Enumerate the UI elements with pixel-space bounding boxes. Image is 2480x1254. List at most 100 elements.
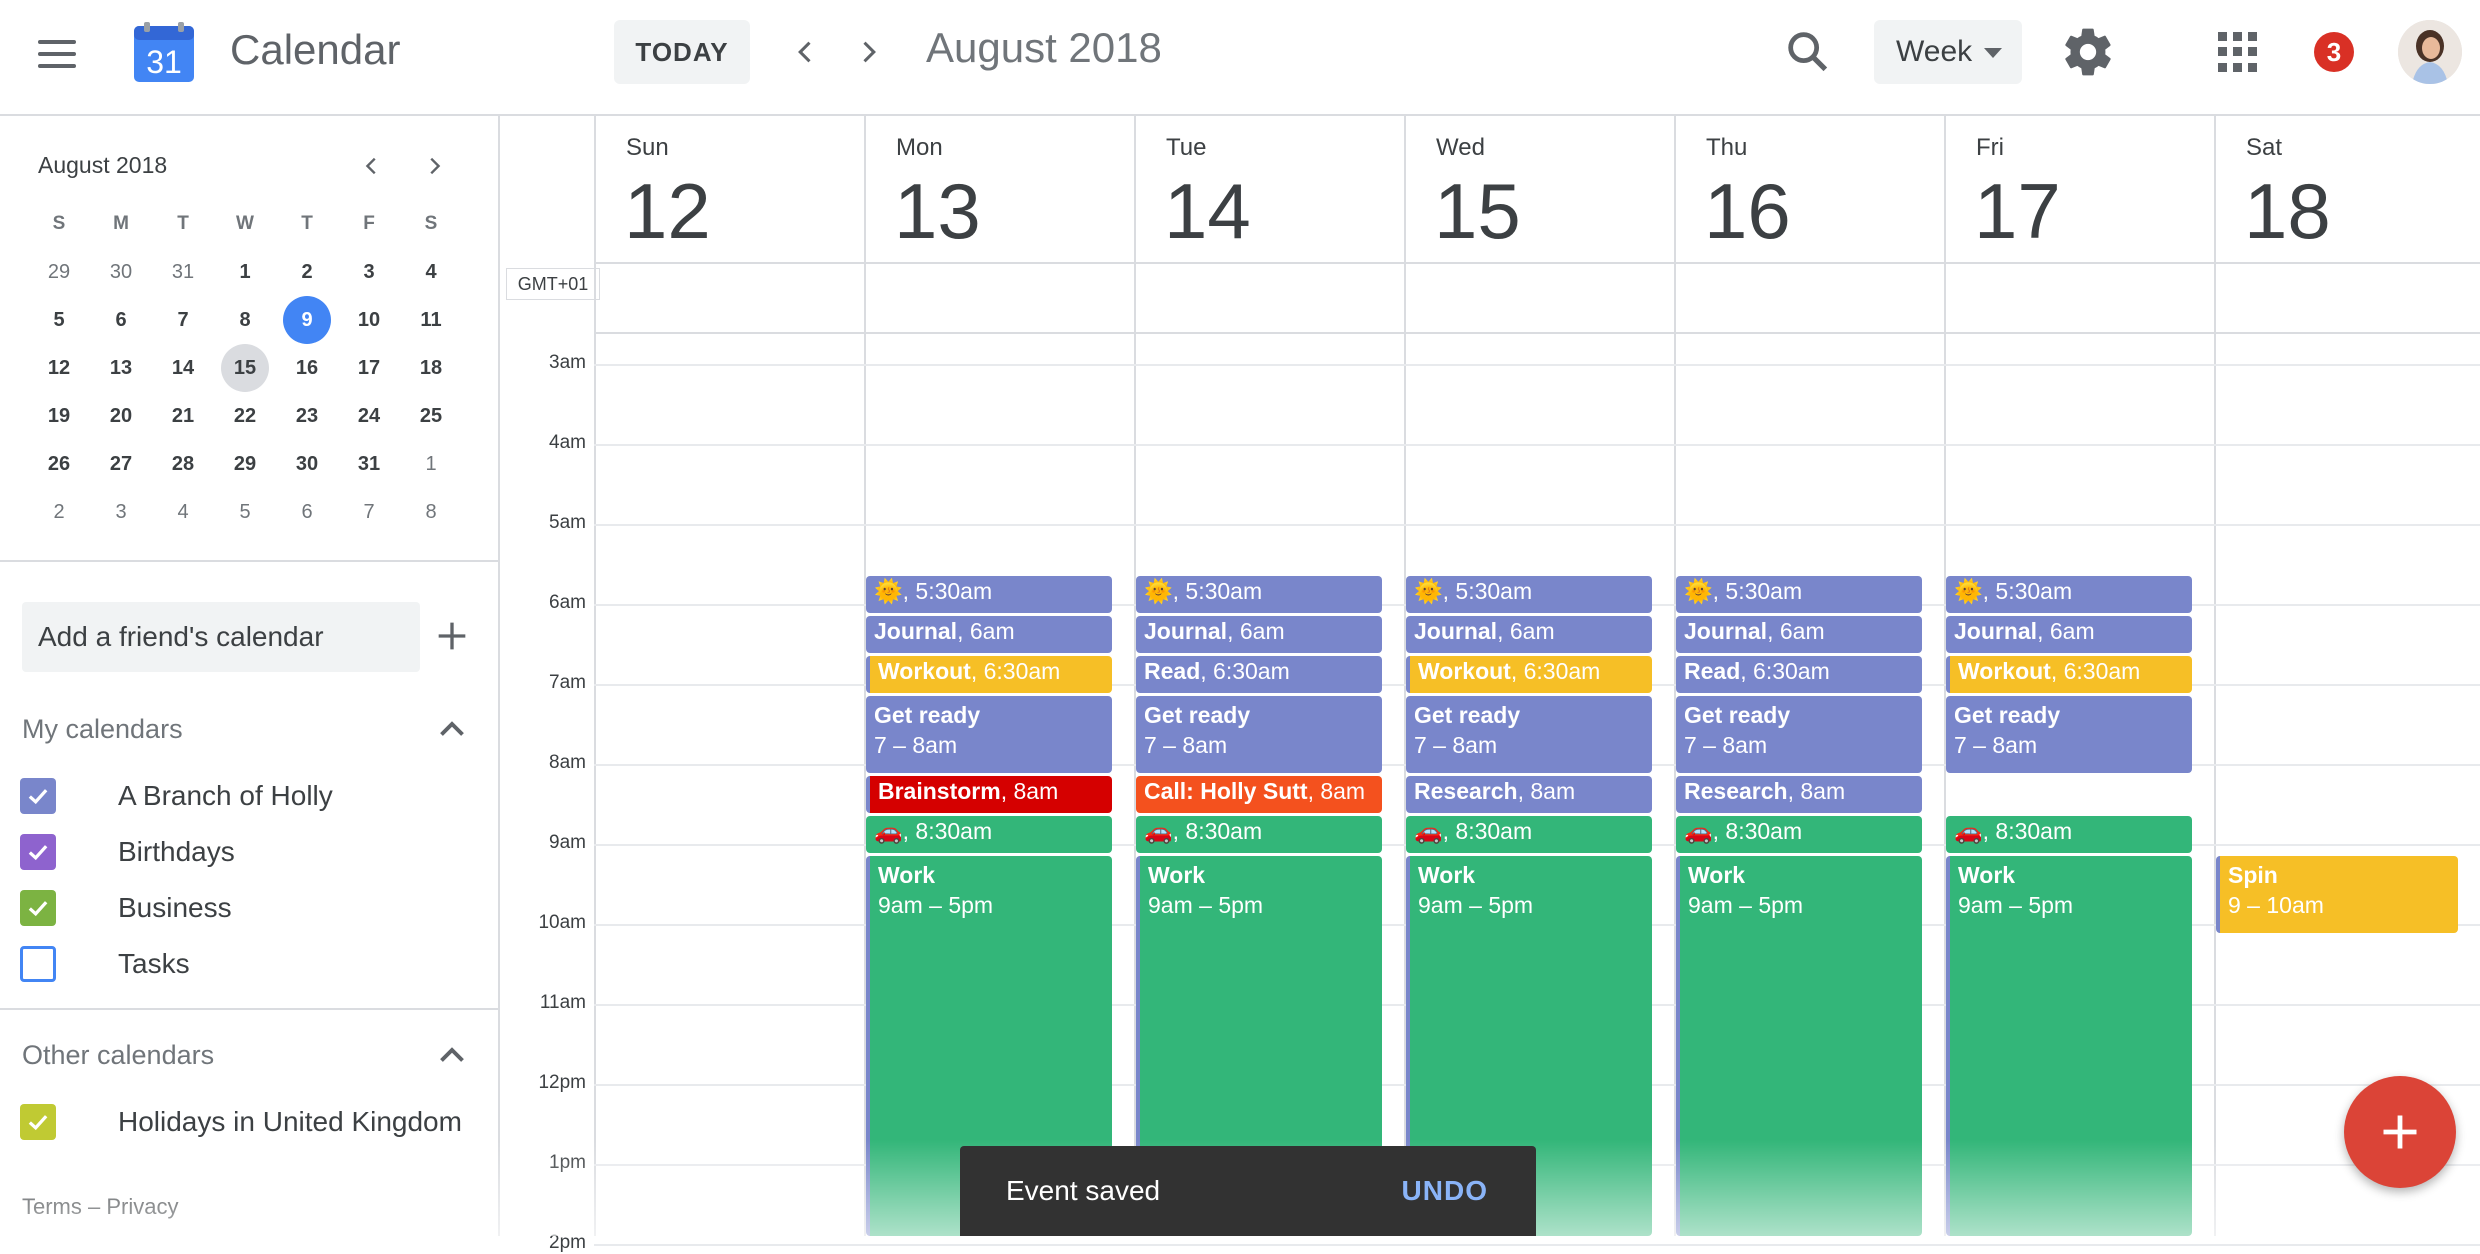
calendar-checkbox[interactable] [20, 946, 56, 982]
calendar-event[interactable]: Get ready 7 – 8am [1406, 696, 1652, 773]
calendar-event[interactable]: 🌞, 5:30am [1676, 576, 1922, 613]
add-friend-calendar-input[interactable] [22, 602, 420, 672]
mini-day[interactable]: 29 [28, 248, 90, 296]
day-header-sun[interactable]: Sun 12 [594, 116, 864, 262]
calendar-event[interactable]: Spin 9 – 10am [2216, 856, 2458, 933]
mini-day[interactable]: 23 [276, 392, 338, 440]
mini-day[interactable]: 30 [276, 440, 338, 488]
calendar-event[interactable]: Workout, 6:30am [1946, 656, 2192, 693]
day-number[interactable]: 18 [2244, 166, 2331, 257]
calendar-checkbox[interactable] [20, 1104, 56, 1140]
calendar-event[interactable]: Research, 8am [1676, 776, 1922, 813]
mini-day[interactable]: 29 [214, 440, 276, 488]
next-week-button[interactable] [842, 26, 894, 78]
calendar-item[interactable]: Tasks [20, 942, 190, 986]
calendar-event[interactable]: 🚗, 8:30am [1406, 816, 1652, 853]
calendar-item[interactable]: Birthdays [20, 830, 235, 874]
calendar-logo-icon[interactable]: 31 [132, 20, 196, 84]
calendar-event[interactable]: Workout, 6:30am [1406, 656, 1652, 693]
day-number[interactable]: 14 [1164, 166, 1251, 257]
calendar-item[interactable]: Holidays in United Kingdom [20, 1100, 462, 1144]
other-calendars-heading[interactable]: Other calendars [22, 1040, 214, 1071]
mini-day[interactable]: 7 [338, 488, 400, 536]
calendar-event[interactable]: Get ready 7 – 8am [1676, 696, 1922, 773]
mini-day[interactable]: 10 [338, 296, 400, 344]
mini-day[interactable]: 19 [28, 392, 90, 440]
calendar-event[interactable]: Journal, 6am [1136, 616, 1382, 653]
mini-day[interactable]: 4 [152, 488, 214, 536]
mini-day[interactable]: 5 [214, 488, 276, 536]
gear-icon[interactable] [2060, 24, 2116, 80]
mini-day[interactable]: 30 [90, 248, 152, 296]
calendar-checkbox[interactable] [20, 890, 56, 926]
calendar-event[interactable]: Get ready 7 – 8am [1136, 696, 1382, 773]
calendar-event[interactable]: Read, 6:30am [1676, 656, 1922, 693]
view-select[interactable]: Week [1874, 20, 2022, 84]
day-header-mon[interactable]: Mon 13 [864, 116, 1134, 262]
day-header-wed[interactable]: Wed 15 [1404, 116, 1674, 262]
day-number[interactable]: 12 [624, 166, 711, 257]
notification-badge[interactable]: 3 [2314, 32, 2354, 72]
mini-day[interactable]: 27 [90, 440, 152, 488]
mini-day[interactable]: 18 [400, 344, 462, 392]
apps-grid-icon[interactable] [2218, 32, 2258, 72]
mini-day[interactable]: 31 [338, 440, 400, 488]
mini-day[interactable]: 22 [214, 392, 276, 440]
mini-day[interactable]: 15 [214, 344, 276, 392]
day-header-fri[interactable]: Fri 17 [1944, 116, 2214, 262]
calendar-event[interactable]: Journal, 6am [1406, 616, 1652, 653]
calendar-event[interactable]: Workout, 6:30am [866, 656, 1112, 693]
mini-day[interactable]: 7 [152, 296, 214, 344]
calendar-event[interactable]: Research, 8am [1406, 776, 1652, 813]
mini-day[interactable]: 25 [400, 392, 462, 440]
mini-day[interactable]: 1 [214, 248, 276, 296]
mini-day[interactable]: 12 [28, 344, 90, 392]
mini-day[interactable]: 20 [90, 392, 152, 440]
mini-calendar-next-button[interactable] [414, 146, 454, 186]
mini-day[interactable]: 21 [152, 392, 214, 440]
calendar-event[interactable]: 🌞, 5:30am [1136, 576, 1382, 613]
calendar-event[interactable]: Work 9am – 5pm [1946, 856, 2192, 1236]
mini-day[interactable]: 8 [214, 296, 276, 344]
mini-day[interactable]: 2 [276, 248, 338, 296]
calendar-event[interactable]: Journal, 6am [1946, 616, 2192, 653]
mini-day[interactable]: 16 [276, 344, 338, 392]
mini-day[interactable]: 13 [90, 344, 152, 392]
mini-day[interactable]: 17 [338, 344, 400, 392]
mini-day[interactable]: 11 [400, 296, 462, 344]
create-event-button[interactable] [2344, 1076, 2456, 1188]
terms-privacy-links[interactable]: Terms – Privacy [22, 1194, 178, 1220]
calendar-checkbox[interactable] [20, 778, 56, 814]
mini-day[interactable]: 5 [28, 296, 90, 344]
calendar-event[interactable]: Journal, 6am [866, 616, 1112, 653]
calendar-event[interactable]: 🌞, 5:30am [1406, 576, 1652, 613]
mini-day[interactable]: 31 [152, 248, 214, 296]
calendar-event[interactable]: 🚗, 8:30am [866, 816, 1112, 853]
mini-day[interactable]: 26 [28, 440, 90, 488]
mini-day[interactable]: 3 [90, 488, 152, 536]
calendar-event[interactable]: 🚗, 8:30am [1676, 816, 1922, 853]
mini-day[interactable]: 8 [400, 488, 462, 536]
mini-day[interactable]: 14 [152, 344, 214, 392]
mini-day[interactable]: 9 [276, 296, 338, 344]
calendar-item[interactable]: A Branch of Holly [20, 774, 333, 818]
undo-button[interactable]: UNDO [1402, 1175, 1488, 1207]
day-number[interactable]: 17 [1974, 166, 2061, 257]
day-number[interactable]: 13 [894, 166, 981, 257]
day-header-thu[interactable]: Thu 16 [1674, 116, 1944, 262]
mini-day[interactable]: 24 [338, 392, 400, 440]
mini-calendar-prev-button[interactable] [352, 146, 392, 186]
hamburger-icon[interactable] [38, 30, 86, 78]
calendar-event[interactable]: Journal, 6am [1676, 616, 1922, 653]
day-header-sat[interactable]: Sat 18 [2214, 116, 2480, 262]
today-button[interactable]: TODAY [614, 20, 750, 84]
mini-day[interactable]: 3 [338, 248, 400, 296]
chevron-up-icon[interactable] [434, 1038, 470, 1074]
mini-day[interactable]: 28 [152, 440, 214, 488]
calendar-item[interactable]: Business [20, 886, 232, 930]
calendar-event[interactable]: 🚗, 8:30am [1946, 816, 2192, 853]
chevron-up-icon[interactable] [434, 712, 470, 748]
avatar[interactable] [2398, 20, 2462, 84]
calendar-event[interactable]: Get ready 7 – 8am [866, 696, 1112, 773]
calendar-event[interactable]: Call: Holly Sutt, 8am [1136, 776, 1382, 813]
